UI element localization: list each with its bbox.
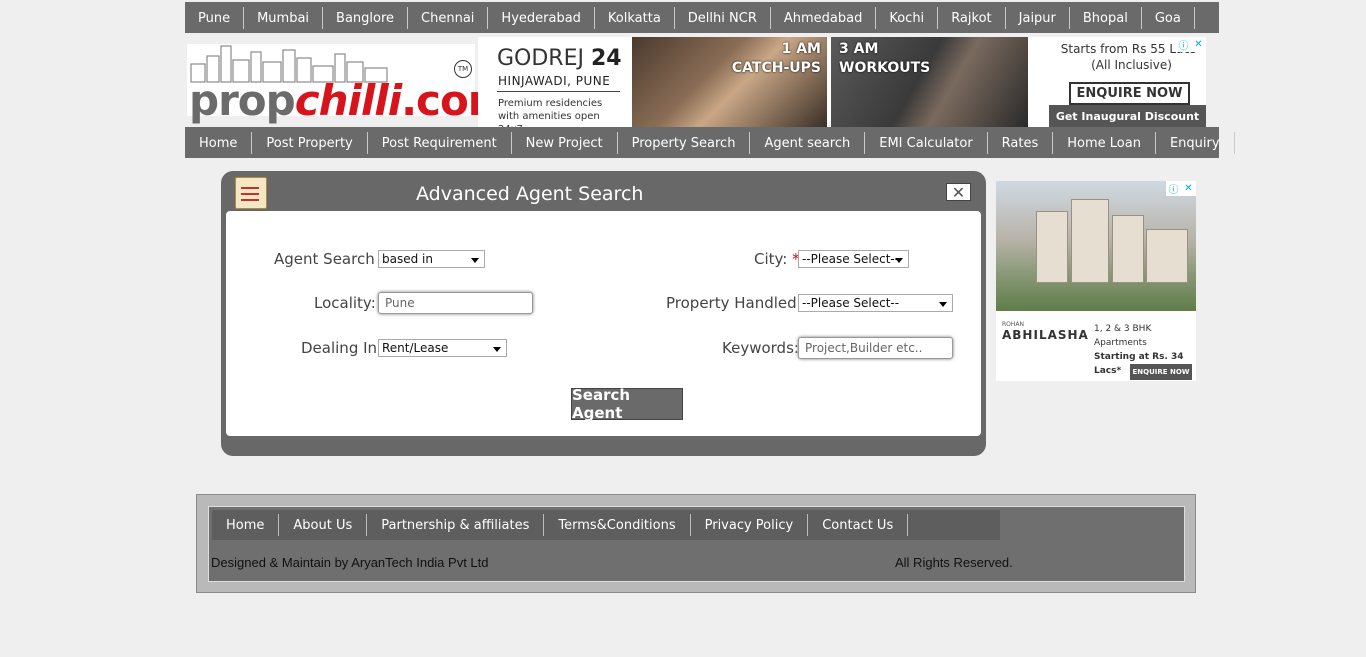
keywords-input[interactable] [798, 337, 953, 359]
ad-brand-name: ABHILASHA [1002, 328, 1089, 342]
footer-nav: Home About Us Partnership & affiliates Term… [212, 510, 1000, 540]
logo-wordmark: propchilli.com [189, 76, 512, 125]
footer-designed-by: Designed & Maintain by AryanTech India P… [211, 555, 489, 570]
ad-close-icon[interactable]: ✕ [1191, 37, 1206, 52]
footer-link-privacy-policy[interactable]: Privacy Policy [691, 514, 809, 536]
logo-part-prop: prop [189, 76, 296, 125]
city-link-kolkatta[interactable]: Kolkatta [595, 7, 675, 29]
nav-link-agent-search[interactable]: Agent search [750, 132, 866, 154]
nav-link-home-loan[interactable]: Home Loan [1053, 132, 1156, 154]
nav-link-new-project[interactable]: New Project [512, 132, 618, 154]
city-link-pune[interactable]: Pune [185, 7, 245, 29]
city-label-text: City: [754, 250, 788, 268]
city-link-jaipur[interactable]: Jaipur [1006, 7, 1070, 29]
city-link-dellhi-ncr[interactable]: Dellhi NCR [675, 7, 771, 29]
city-link-kochi[interactable]: Kochi [876, 7, 939, 29]
footer-link-contact-us[interactable]: Contact Us [808, 514, 909, 536]
property-handled-select[interactable]: --Please Select-- [798, 294, 953, 312]
city-nav-bar: Pune Mumbai Banglore Chennai Hyederabad Kolka… [185, 2, 1219, 33]
ad-brand-small: ROHAN [1002, 321, 1024, 328]
ad-discount-label[interactable]: Get Inaugural Discount [1049, 105, 1206, 127]
city-label: City: * [754, 250, 800, 268]
ad-photo2-caption: 3 AM WORKOUTS [839, 40, 930, 78]
nav-link-post-property[interactable]: Post Property [252, 132, 368, 154]
ad-divider [497, 91, 620, 92]
search-agent-button[interactable]: Search Agent [571, 386, 683, 422]
ad-info-icon[interactable]: ⓘ [1166, 181, 1181, 196]
footer-link-home[interactable]: Home [212, 514, 280, 536]
footer-rights: All Rights Reserved. [895, 555, 1013, 570]
dealing-in-label: Dealing In: [301, 339, 383, 357]
ad-photo1-time: 1 AM [781, 41, 821, 57]
advanced-agent-search-panel: Advanced Agent Search ✕ Agent Search * b… [221, 171, 986, 456]
city-link-rajkot[interactable]: Rajkot [938, 7, 1006, 29]
clipboard-icon [235, 177, 267, 209]
locality-label: Locality: [314, 294, 376, 312]
city-link-bhopal[interactable]: Bhopal [1070, 7, 1142, 29]
nav-link-post-requirement[interactable]: Post Requirement [368, 132, 512, 154]
dealing-in-select[interactable]: Rent/Lease [378, 339, 507, 357]
ad-choices[interactable]: ⓘ ✕ [1166, 181, 1196, 196]
ad-info-icon[interactable]: ⓘ [1176, 37, 1191, 52]
logo-part-chilli: chilli [294, 76, 402, 125]
ad-photo1-caption: 1 AM CATCH-UPS [732, 40, 821, 78]
city-select[interactable]: --Please Select-- [798, 250, 909, 268]
footer-link-terms-conditions[interactable]: Terms&Conditions [544, 514, 691, 536]
agent-search-label-text: Agent Search [274, 250, 375, 268]
ad-photo2-time: 3 AM [839, 41, 879, 57]
nav-link-property-search[interactable]: Property Search [618, 132, 751, 154]
nav-link-rates[interactable]: Rates [988, 132, 1054, 154]
locality-input[interactable] [378, 292, 533, 314]
panel-title: Advanced Agent Search [416, 183, 644, 205]
footer-inner: Home About Us Partnership & affiliates Term… [208, 506, 1185, 582]
nav-link-emi-calculator[interactable]: EMI Calculator [865, 132, 988, 154]
close-icon[interactable]: ✕ [946, 183, 971, 202]
ad-godrej-panel: GODREJ 24 HINJAWADI, PUNE Premium reside… [478, 37, 628, 127]
ad-detail-line1: 1, 2 & 3 BHK Apartments [1094, 324, 1152, 348]
side-ad-enquire-button[interactable]: ENQUIRE NOW [1130, 364, 1192, 380]
ad-photo-workouts: 3 AM WORKOUTS [831, 37, 1028, 127]
ad-choices[interactable]: ⓘ ✕ [1176, 37, 1206, 52]
city-link-mumbai[interactable]: Mumbai [244, 7, 324, 29]
footer-link-partnership-affiliates[interactable]: Partnership & affiliates [367, 514, 545, 536]
ad-godrej-number: 24 [590, 46, 622, 71]
trademark-badge: TM [454, 60, 472, 78]
property-handled-label: Property Handled: [666, 294, 802, 312]
city-link-ahmedabad[interactable]: Ahmedabad [771, 7, 877, 29]
city-link-banglore[interactable]: Banglore [323, 7, 409, 29]
nav-link-enquiry[interactable]: Enquiry [1156, 132, 1235, 154]
site-logo[interactable]: propchilli.com TM [187, 44, 512, 125]
city-link-chennai[interactable]: Chennai [408, 7, 489, 29]
ad-godrej-tagline: Premium residencies with amenities open … [498, 98, 603, 127]
main-nav-bar: Home Post Property Post Requirement New Pro… [185, 127, 1235, 158]
ad-building-image [996, 181, 1196, 311]
nav-link-home[interactable]: Home [185, 132, 253, 154]
ad-godrej-name: GODREJ [497, 46, 584, 71]
ad-enquire-button[interactable]: ENQUIRE NOW [1069, 82, 1190, 105]
city-link-goa[interactable]: Goa [1142, 7, 1195, 29]
footer-link-about-us[interactable]: About Us [279, 514, 368, 536]
ad-close-icon[interactable]: ✕ [1181, 181, 1196, 196]
agent-search-label: Agent Search * [274, 250, 387, 268]
top-ad-banner[interactable]: GODREJ 24 HINJAWADI, PUNE Premium reside… [478, 37, 1206, 127]
footer: Home About Us Partnership & affiliates Term… [196, 494, 1196, 593]
side-ad-rohan[interactable]: ROHAN ABHILASHA 1, 2 & 3 BHK Apartments S… [996, 181, 1196, 381]
ad-godrej-location: HINJAWADI, PUNE [498, 74, 611, 88]
agent-search-select[interactable]: based in [378, 250, 485, 268]
keywords-label: Keywords: [722, 339, 799, 357]
ad-godrej-title: GODREJ 24 [497, 46, 622, 71]
ad-photo1-text: CATCH-UPS [731, 60, 821, 76]
city-link-hyederabad[interactable]: Hyederabad [488, 7, 595, 29]
ad-photo-catchups: 1 AM CATCH-UPS [632, 37, 827, 127]
ad-photo2-text: WORKOUTS [839, 60, 931, 76]
search-form: Agent Search * based in City: * --Please… [226, 211, 981, 436]
